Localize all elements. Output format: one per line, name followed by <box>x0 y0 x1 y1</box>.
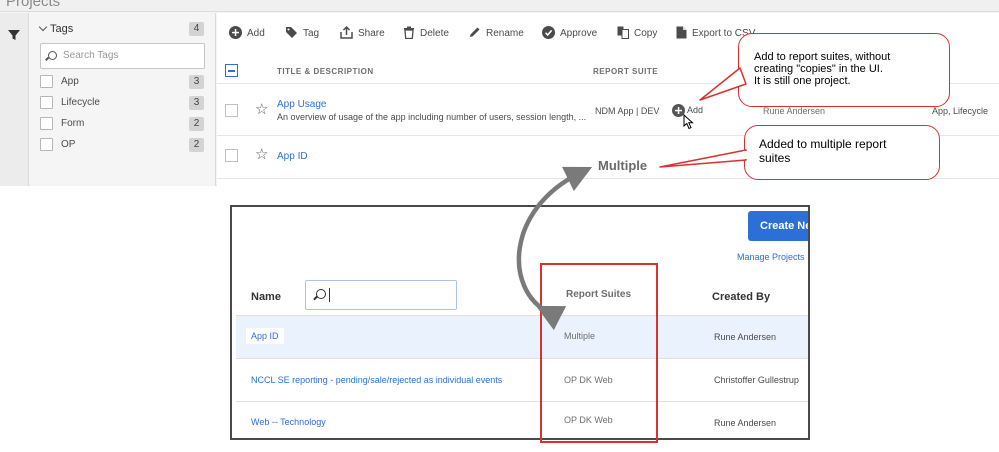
chevron-down-icon <box>38 22 48 32</box>
tag-item-op[interactable]: OP 2 <box>40 137 210 153</box>
report-suite-cell: NDM App | DEV <box>595 106 660 116</box>
report-suite-multiple-label: Multiple <box>598 158 648 173</box>
cursor-pointer-icon <box>683 114 694 130</box>
tag-checkbox[interactable] <box>40 75 53 88</box>
star-icon[interactable]: ☆ <box>255 102 268 117</box>
project-title-link[interactable]: App ID <box>277 151 308 162</box>
copy-button[interactable]: Copy <box>617 26 657 40</box>
tag-label: Form <box>61 118 85 129</box>
tags-header-label: Tags <box>50 23 74 35</box>
callout-add-report-suites: Add to report suites, without creating "… <box>738 33 950 107</box>
add-button[interactable]: Add <box>229 26 265 40</box>
rename-button[interactable]: Rename <box>468 27 524 40</box>
trash-icon <box>404 26 414 39</box>
tag-count: 3 <box>189 75 204 89</box>
create-new-button[interactable]: Create New <box>748 211 808 241</box>
tags-panel: Tags 4 Search Tags App 3 Lifecycle 3 For… <box>30 13 216 186</box>
callout-added-multiple: Added to multiple report suites <box>744 125 940 180</box>
project-name-link[interactable]: NCCL SE reporting - pending/sale/rejecte… <box>251 375 502 385</box>
delete-button[interactable]: Delete <box>403 26 449 40</box>
tag-item-app[interactable]: App 3 <box>40 74 210 90</box>
name-search-input[interactable] <box>305 280 457 310</box>
tag-checkbox[interactable] <box>40 96 53 109</box>
page-title: Projects <box>6 0 61 10</box>
plus-circle-icon <box>229 26 242 39</box>
table-row[interactable]: NCCL SE reporting - pending/sale/rejecte… <box>236 358 808 401</box>
text-caret <box>329 288 330 302</box>
share-button[interactable]: Share <box>340 26 385 40</box>
search-icon <box>48 51 57 60</box>
project-title-link[interactable]: App Usage <box>277 99 326 110</box>
tag-label: OP <box>61 139 76 150</box>
created-by-cell: Christoffer Gullestrup <box>714 375 799 385</box>
report-suites-highlight-box <box>540 263 658 443</box>
check-circle-icon <box>542 26 555 39</box>
tags-header[interactable]: Tags <box>38 22 74 35</box>
project-description: An overview of usage of the app includin… <box>277 112 587 122</box>
tag-count: 3 <box>189 96 204 110</box>
tag-checkbox[interactable] <box>40 138 53 151</box>
manage-projects-link[interactable]: Manage Projects <box>737 252 805 262</box>
tags-count-badge: 4 <box>189 22 204 36</box>
filter-icon[interactable] <box>7 28 21 42</box>
search-tags-placeholder: Search Tags <box>63 50 119 61</box>
tag-label: App <box>61 76 79 87</box>
table-row[interactable]: App ID Multiple Rune Andersen <box>236 315 808 358</box>
page-header: Projects <box>0 0 999 12</box>
project-name-link[interactable]: App ID <box>246 328 284 344</box>
copy-icon <box>617 26 629 39</box>
row-checkbox[interactable] <box>225 104 238 117</box>
filter-rail <box>0 13 29 186</box>
tag-count: 2 <box>189 138 204 152</box>
column-header-name[interactable]: Name <box>251 291 281 303</box>
owner-cell: Rune Andersen <box>763 106 826 116</box>
tag-item-form[interactable]: Form 2 <box>40 116 210 132</box>
share-icon <box>340 26 353 39</box>
search-icon <box>316 289 326 299</box>
pencil-icon <box>470 27 480 37</box>
project-name-link[interactable]: Web -- Technology <box>251 417 326 427</box>
created-by-cell: Rune Andersen <box>714 418 777 428</box>
tag-button[interactable]: Tag <box>285 27 319 40</box>
projects-list-screenshot: Create New Manage Projects Name Report S… <box>230 205 810 440</box>
column-header-created-by[interactable]: Created By <box>712 291 770 303</box>
tag-count: 2 <box>189 117 204 131</box>
search-tags-input[interactable]: Search Tags <box>40 43 205 69</box>
tags-cell: App, Lifecycle <box>932 106 989 116</box>
select-all-checkbox[interactable] <box>225 64 238 77</box>
column-header-title[interactable]: TITLE & DESCRIPTION <box>277 67 374 76</box>
tag-checkbox[interactable] <box>40 117 53 130</box>
approve-button[interactable]: Approve <box>542 26 597 40</box>
table-row[interactable]: Web -- Technology OP DK Web Rune Anderse… <box>236 401 808 438</box>
tag-label: Lifecycle <box>61 97 100 108</box>
star-icon[interactable]: ☆ <box>255 147 268 162</box>
tag-item-lifecycle[interactable]: Lifecycle 3 <box>40 95 210 111</box>
row-checkbox[interactable] <box>225 149 238 162</box>
created-by-cell: Rune Andersen <box>714 332 777 342</box>
column-header-report-suite[interactable]: REPORT SUITE <box>593 67 658 76</box>
tag-icon <box>286 27 297 38</box>
document-icon <box>676 26 687 39</box>
